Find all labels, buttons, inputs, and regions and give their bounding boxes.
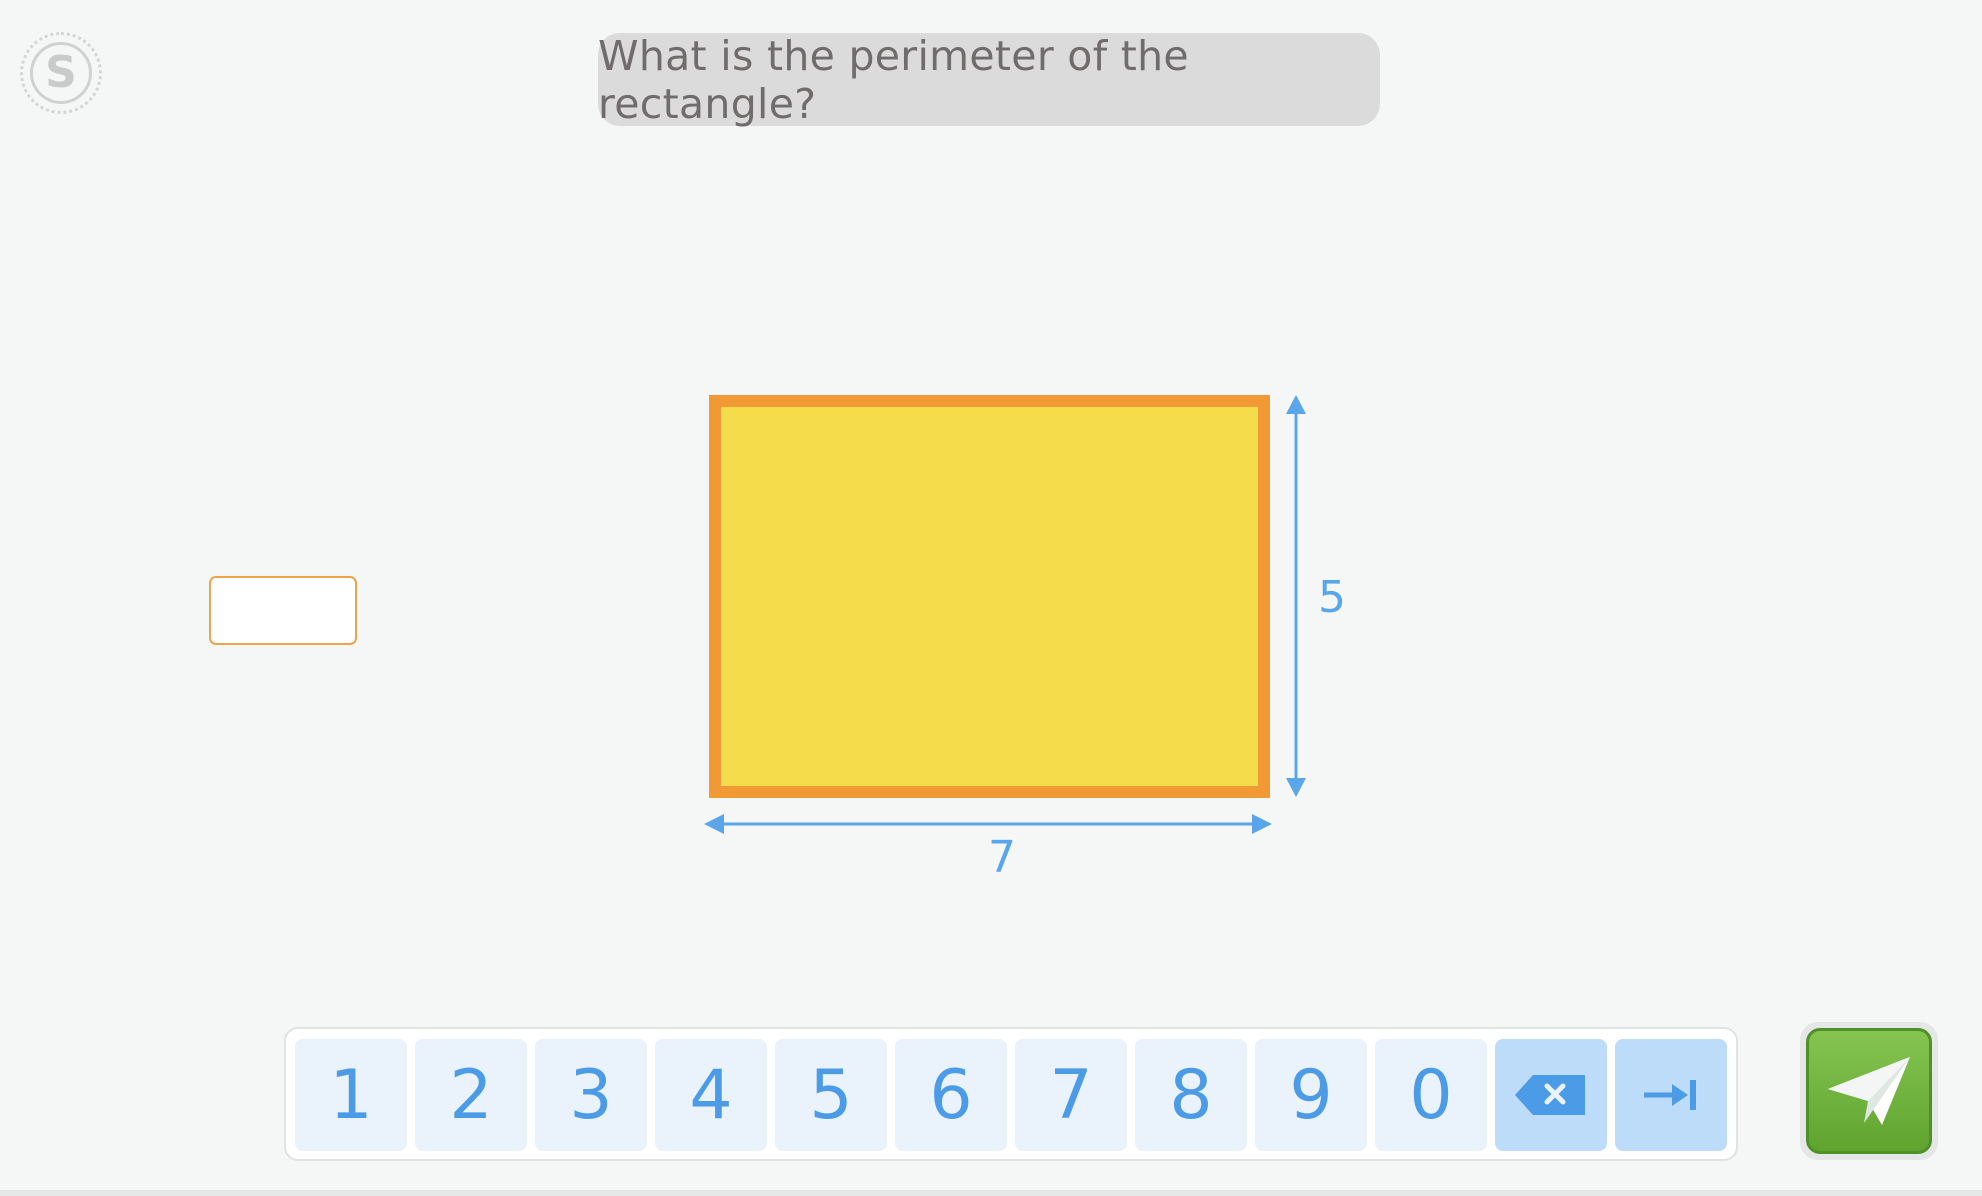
submit-button-face [1806, 1028, 1932, 1154]
submit-button[interactable] [1800, 1022, 1938, 1160]
key-4[interactable]: 4 [655, 1039, 767, 1151]
paper-plane-icon [1828, 1057, 1910, 1125]
number-keypad: 1 2 3 4 5 6 7 8 9 0 [284, 1027, 1738, 1161]
key-3[interactable]: 3 [535, 1039, 647, 1151]
key-0[interactable]: 0 [1375, 1039, 1487, 1151]
rectangle-shape [709, 395, 1270, 798]
height-label: 5 [1318, 572, 1346, 623]
key-8[interactable]: 8 [1135, 1039, 1247, 1151]
key-5[interactable]: 5 [775, 1039, 887, 1151]
key-7[interactable]: 7 [1015, 1039, 1127, 1151]
rectangle-diagram: 5 7 [704, 395, 1346, 883]
tab-next-button[interactable] [1615, 1039, 1727, 1151]
key-6[interactable]: 6 [895, 1039, 1007, 1151]
key-2[interactable]: 2 [415, 1039, 527, 1151]
width-label: 7 [988, 832, 1016, 883]
tab-arrow-icon [1644, 1080, 1696, 1110]
backspace-button[interactable] [1495, 1039, 1607, 1151]
bottom-divider [0, 1190, 1982, 1196]
height-arrow [1286, 395, 1306, 797]
width-arrow [704, 814, 1272, 834]
backspace-icon [1515, 1075, 1585, 1115]
key-1[interactable]: 1 [295, 1039, 407, 1151]
key-9[interactable]: 9 [1255, 1039, 1367, 1151]
